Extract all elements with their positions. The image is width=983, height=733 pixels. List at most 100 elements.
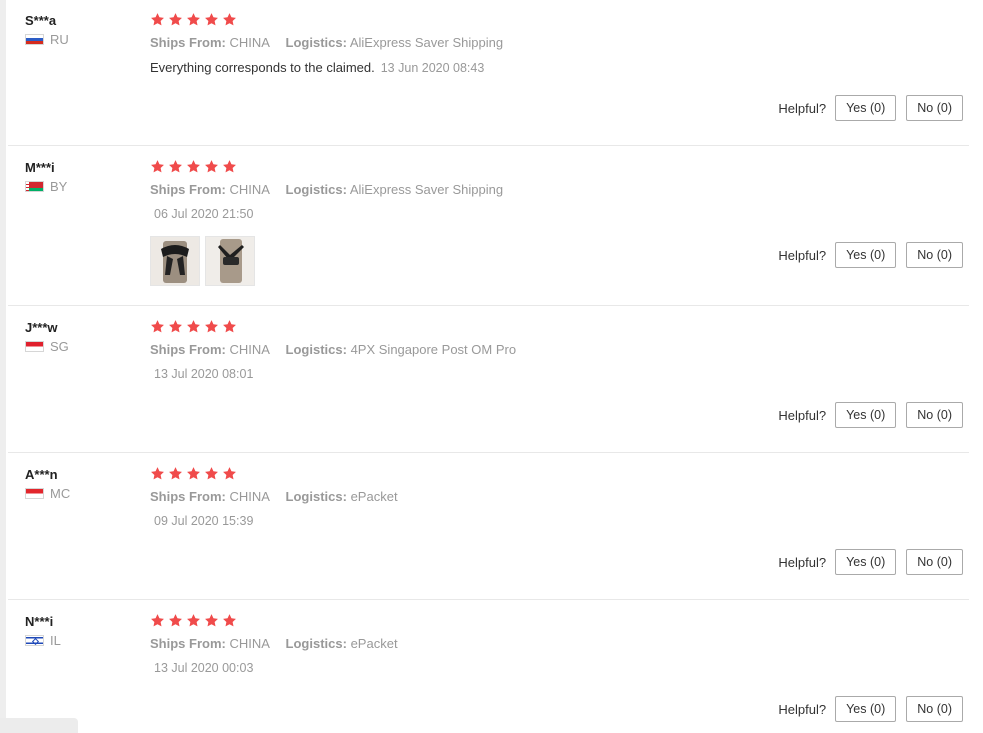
logistics-label: Logistics: [285,182,347,197]
star-icon [222,466,237,481]
helpful-no-button[interactable]: No (0) [906,402,963,428]
star-icon [204,12,219,27]
review-date: 13 Jun 2020 08:43 [380,61,485,75]
reviewer-country: BY [25,179,67,194]
reviewer-info: A***n MC [25,466,70,501]
helpful-yes-button[interactable]: Yes (0) [835,95,897,121]
flag-ru-icon [25,34,44,45]
ships-from-value: CHINA [229,636,270,651]
star-rating [150,613,240,629]
reviewer-info: S***a RU [25,12,69,47]
star-icon [150,466,165,481]
review-date: 13 Jul 2020 00:03 [154,661,254,675]
star-icon [186,319,201,334]
star-icon [186,466,201,481]
country-code: RU [50,32,69,47]
review-photo-thumbnail[interactable] [205,236,255,286]
helpful-yes-button[interactable]: Yes (0) [835,696,897,722]
star-icon [222,12,237,27]
review-date: 09 Jul 2020 15:39 [154,514,254,528]
review-meta: Ships From: CHINA Logistics: ePacket [150,636,398,651]
ships-from-value: CHINA [229,489,270,504]
country-code: IL [50,633,61,648]
reviewer-country: MC [25,486,70,501]
logistics-value: AliExpress Saver Shipping [349,35,504,50]
reviewer-name: S***a [25,13,57,28]
review-item: S***a RU Ships From: CHINA Logistics: Al… [8,12,969,146]
bottom-scroll-tab [0,718,78,733]
star-icon [204,466,219,481]
ships-from-label: Ships From: [150,489,226,504]
reviewer-country: RU [25,32,69,47]
country-code: MC [50,486,71,501]
review-meta: Ships From: CHINA Logistics: AliExpress … [150,182,503,197]
star-icon [186,613,201,628]
helpful-yes-button[interactable]: Yes (0) [835,242,897,268]
star-icon [168,466,183,481]
flag-sg-icon [25,341,44,352]
helpful-no-button[interactable]: No (0) [906,242,963,268]
star-rating [150,466,240,482]
helpful-yes-button[interactable]: Yes (0) [835,549,897,575]
logistics-label: Logistics: [285,342,347,357]
helpful-votes: Helpful? Yes (0) No (0) [778,402,963,428]
helpful-votes: Helpful? Yes (0) No (0) [778,696,963,722]
reviewer-name: A***n [25,467,58,482]
ships-from-label: Ships From: [150,636,226,651]
logistics-value: ePacket [350,636,398,651]
star-icon [222,159,237,174]
logistics-label: Logistics: [285,489,347,504]
star-icon [204,319,219,334]
review-photo-thumbnail[interactable] [150,236,200,286]
star-icon [222,319,237,334]
ships-from-value: CHINA [229,35,270,50]
logistics-label: Logistics: [285,35,347,50]
reviewer-name: J***w [25,320,58,335]
reviewer-info: N***i IL [25,613,61,648]
ships-from-label: Ships From: [150,182,226,197]
flag-mc-icon [25,488,44,499]
logistics-value: 4PX Singapore Post OM Pro [350,342,517,357]
helpful-label: Helpful? [778,701,827,717]
flag-by-icon [25,181,44,192]
star-icon [150,12,165,27]
helpful-label: Helpful? [778,100,827,116]
star-icon [150,319,165,334]
review-date: 06 Jul 2020 21:50 [154,207,254,221]
review-item: J***w SG Ships From: CHINA Logistics: 4P… [8,319,969,453]
review-item: M***i BY Ships From: CHINA Logistics: Al… [8,159,969,306]
helpful-label: Helpful? [778,554,827,570]
helpful-votes: Helpful? Yes (0) No (0) [778,242,963,268]
helpful-no-button[interactable]: No (0) [906,549,963,575]
ships-from-label: Ships From: [150,342,226,357]
logistics-value: ePacket [350,489,398,504]
star-icon [204,159,219,174]
review-meta: Ships From: CHINA Logistics: AliExpress … [150,35,503,50]
helpful-no-button[interactable]: No (0) [906,696,963,722]
star-rating [150,159,240,175]
star-icon [150,613,165,628]
ships-from-label: Ships From: [150,35,226,50]
review-date: 13 Jul 2020 08:01 [154,367,254,381]
star-icon [150,159,165,174]
reviewer-info: J***w SG [25,319,69,354]
country-code: BY [50,179,68,194]
helpful-yes-button[interactable]: Yes (0) [835,402,897,428]
logistics-label: Logistics: [285,636,347,651]
star-icon [186,159,201,174]
helpful-votes: Helpful? Yes (0) No (0) [778,95,963,121]
left-divider [0,0,6,733]
helpful-no-button[interactable]: No (0) [906,95,963,121]
helpful-votes: Helpful? Yes (0) No (0) [778,549,963,575]
review-text: Everything corresponds to the claimed. [150,60,375,75]
reviewer-name: N***i [25,614,54,629]
logistics-value: AliExpress Saver Shipping [349,182,504,197]
star-icon [222,613,237,628]
star-rating [150,319,240,335]
country-code: SG [50,339,69,354]
star-rating [150,12,240,28]
review-item: A***n MC Ships From: CHINA Logistics: eP… [8,466,969,600]
ships-from-value: CHINA [229,182,270,197]
star-icon [186,12,201,27]
reviewer-country: SG [25,339,69,354]
